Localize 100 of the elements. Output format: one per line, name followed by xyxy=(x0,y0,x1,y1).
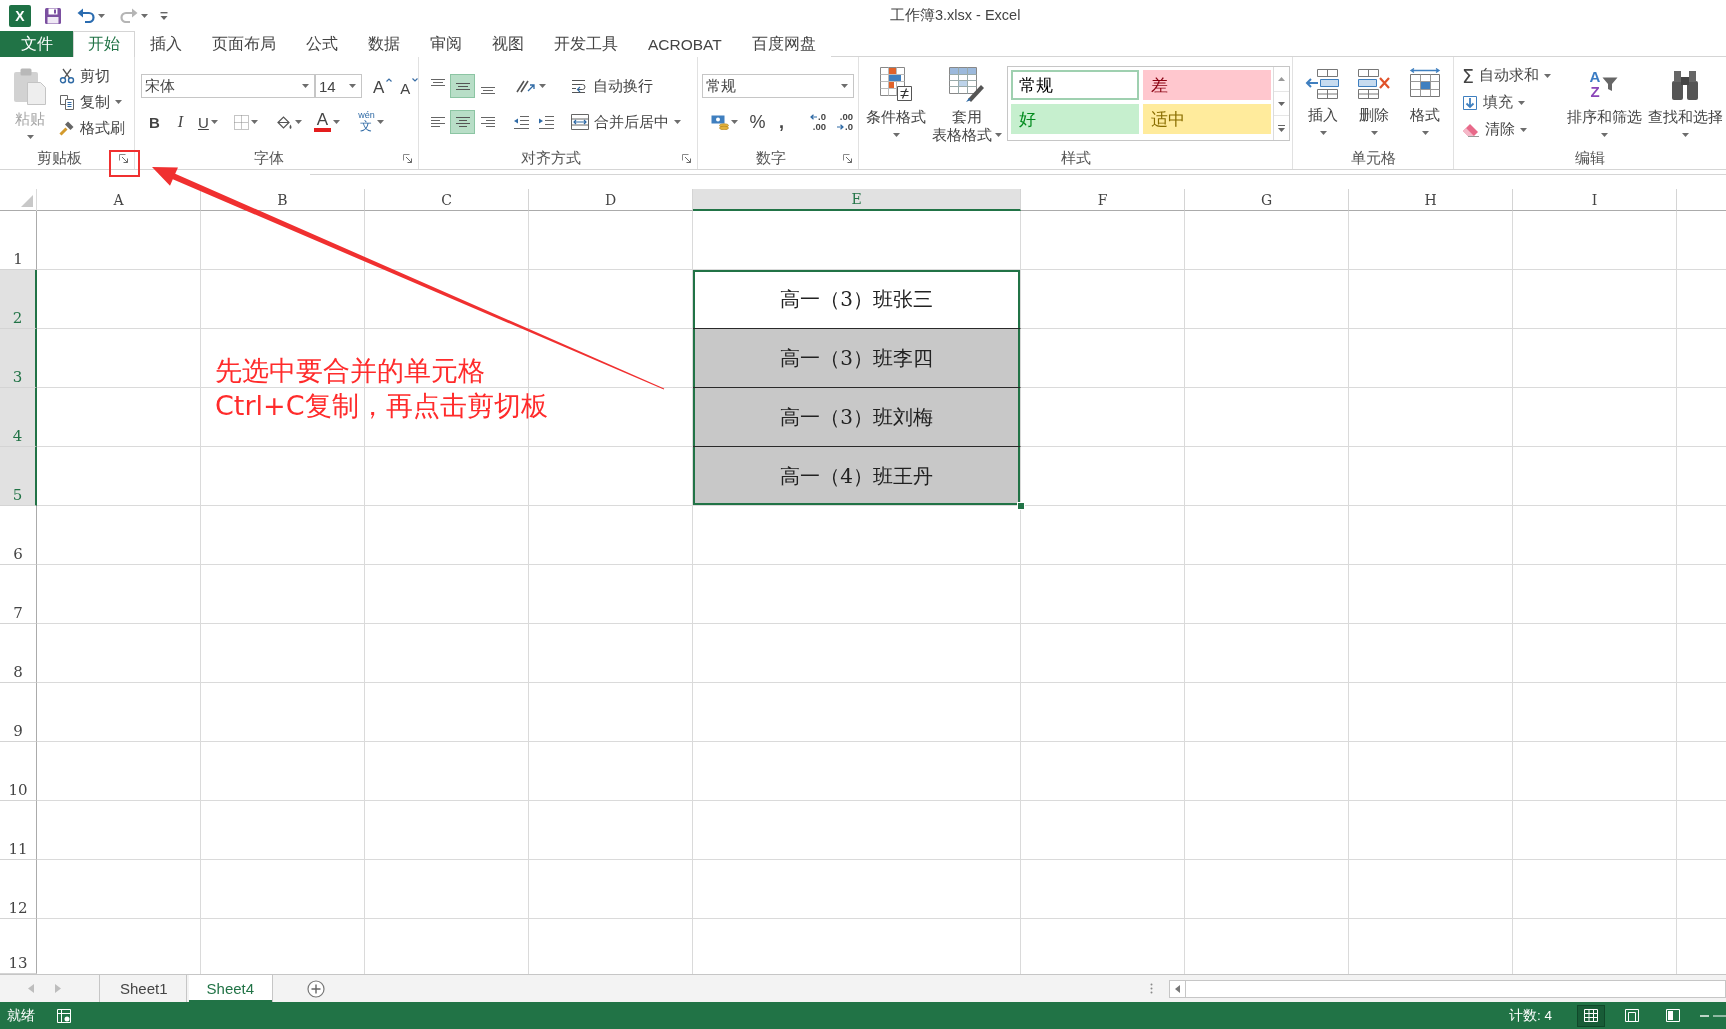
cell-style-item[interactable]: 好 xyxy=(1011,104,1139,134)
wrap-text-icon xyxy=(571,78,588,94)
format-as-table-button[interactable]: 套用 表格格式 xyxy=(930,65,1004,145)
comma-button[interactable]: , xyxy=(770,110,793,134)
up-triangle-icon[interactable] xyxy=(1278,76,1285,81)
ribbon-tab[interactable]: 文件 xyxy=(0,31,73,57)
percent-button[interactable]: % xyxy=(746,110,769,134)
italic-button[interactable]: I xyxy=(169,110,192,134)
left-arrow-icon xyxy=(810,114,818,120)
find-select-button[interactable]: 查找和选择 xyxy=(1645,65,1725,138)
grid-icon xyxy=(1584,1009,1598,1022)
vertical-dots-icon[interactable] xyxy=(1150,983,1153,994)
font-color-button[interactable]: A xyxy=(310,110,344,134)
corner-arrow-icon[interactable] xyxy=(682,154,691,163)
column-header[interactable]: I xyxy=(1513,189,1677,211)
row-header[interactable]: 3 xyxy=(0,329,37,388)
clear-button[interactable]: 清除 xyxy=(1458,116,1562,143)
font-size-field[interactable]: 14 xyxy=(315,74,362,98)
caret-icon xyxy=(1520,127,1527,132)
cell-style-item[interactable]: 常规 xyxy=(1011,70,1139,100)
up-chevron-icon xyxy=(386,78,393,82)
merge-center-button[interactable]: 合并后居中 xyxy=(567,109,685,135)
caret-icon xyxy=(302,84,309,88)
cell-style-item[interactable]: 差 xyxy=(1143,70,1271,100)
row-header[interactable]: 12 xyxy=(0,860,37,919)
table-left-arrow-icon xyxy=(1305,68,1341,100)
down-triangle-icon[interactable] xyxy=(1278,101,1285,106)
caret-icon xyxy=(539,84,546,88)
caret-icon xyxy=(892,133,900,137)
number-format-field[interactable]: 常规 xyxy=(702,74,854,98)
caret-icon xyxy=(1544,73,1551,78)
row-header[interactable]: 10 xyxy=(0,742,37,801)
row-header[interactable]: 11 xyxy=(0,801,37,860)
bar-caret-icon[interactable] xyxy=(160,11,168,20)
row-header[interactable]: 8 xyxy=(0,624,37,683)
group-label: 对齐方式 xyxy=(520,149,581,168)
zoom-slider-track[interactable] xyxy=(1713,1014,1726,1017)
delete-cells-button[interactable]: 删除 xyxy=(1350,67,1398,136)
corner-arrow-icon[interactable] xyxy=(119,154,128,163)
wrap-text-button[interactable]: 自动换行 xyxy=(567,73,657,99)
fill-handle[interactable] xyxy=(1017,502,1025,510)
align-middle-button[interactable] xyxy=(450,74,475,98)
bold-button[interactable]: B xyxy=(143,110,166,134)
phonetic-button[interactable]: wén 文 xyxy=(355,110,387,134)
grow-font-button[interactable]: A xyxy=(370,74,396,98)
conditional-format-button[interactable]: 条件格式 xyxy=(864,65,928,138)
row-header[interactable]: 6 xyxy=(0,506,37,565)
paint-bucket-icon xyxy=(275,114,293,130)
column-header[interactable]: H xyxy=(1349,189,1513,211)
painter-button[interactable]: 格式刷 xyxy=(55,115,129,141)
normal-view-button[interactable] xyxy=(1577,1004,1605,1027)
increase-decimal-button[interactable]: .0 .00 xyxy=(805,110,829,134)
caret-icon[interactable] xyxy=(98,13,105,18)
shrink-font-button[interactable]: A xyxy=(397,74,422,98)
row-header[interactable]: 5 xyxy=(0,447,37,506)
caret-icon xyxy=(376,120,384,124)
add-icon[interactable] xyxy=(307,979,326,998)
row-header[interactable]: 9 xyxy=(0,683,37,742)
copy-button[interactable]: 复制 xyxy=(55,89,129,115)
sheet-dot-icon[interactable] xyxy=(57,1008,71,1023)
decrease-decimal-button[interactable]: .00 .0 xyxy=(832,110,856,134)
ribbon-tab[interactable]: 开始 xyxy=(73,31,135,57)
group-label: 剪贴板 xyxy=(37,149,82,168)
column-header[interactable]: E xyxy=(693,189,1021,211)
row-header[interactable]: 2 xyxy=(0,270,37,329)
eraser-icon xyxy=(1462,122,1480,137)
sort-filter-button[interactable]: A Z 排序和筛选 xyxy=(1565,65,1643,138)
cut-button[interactable]: 剪切 xyxy=(55,63,129,89)
save-icon[interactable] xyxy=(44,6,62,25)
horizontal-scrollbar[interactable] xyxy=(1186,979,1726,998)
caret-icon xyxy=(1518,100,1525,105)
caret-icon xyxy=(1319,131,1327,135)
row-header[interactable]: 4 xyxy=(0,388,37,447)
down-chevron-icon xyxy=(412,78,419,82)
increase-indent-icon xyxy=(538,115,555,129)
zoom-out-icon[interactable] xyxy=(1700,1014,1709,1017)
autosum-button[interactable]: Σ 自动求和 xyxy=(1458,62,1562,89)
corner-arrow-icon[interactable] xyxy=(843,154,852,163)
column-header[interactable]: C xyxy=(365,189,529,211)
bar-caret-icon[interactable] xyxy=(1278,124,1285,132)
sheet-tab[interactable]: Sheet4 xyxy=(188,975,274,1002)
undo-icon[interactable] xyxy=(77,8,95,23)
fill-button[interactable]: 填充 xyxy=(1458,89,1562,116)
table-cell: 高一（3）班李四 xyxy=(693,329,1021,388)
group-label: 数字 xyxy=(755,149,786,168)
caret-icon xyxy=(731,120,738,124)
format-cells-button[interactable]: 格式 xyxy=(1401,67,1449,136)
column-header[interactable]: G xyxy=(1185,189,1349,211)
insert-cells-button[interactable]: 插入 xyxy=(1299,67,1347,136)
column-header[interactable]: A xyxy=(37,189,201,211)
caret-icon[interactable] xyxy=(141,13,148,18)
cell-style-item[interactable]: 适中 xyxy=(1143,104,1271,134)
scroll-left-button[interactable] xyxy=(1169,979,1186,998)
align-center-button[interactable] xyxy=(450,110,475,134)
underline-button[interactable]: U xyxy=(195,110,221,134)
font-name-field[interactable]: 宋体 xyxy=(141,74,315,98)
caret-icon xyxy=(995,133,1002,137)
corner-arrow-icon[interactable] xyxy=(403,154,412,163)
column-header[interactable]: F xyxy=(1021,189,1185,211)
row-header[interactable]: 7 xyxy=(0,565,37,624)
